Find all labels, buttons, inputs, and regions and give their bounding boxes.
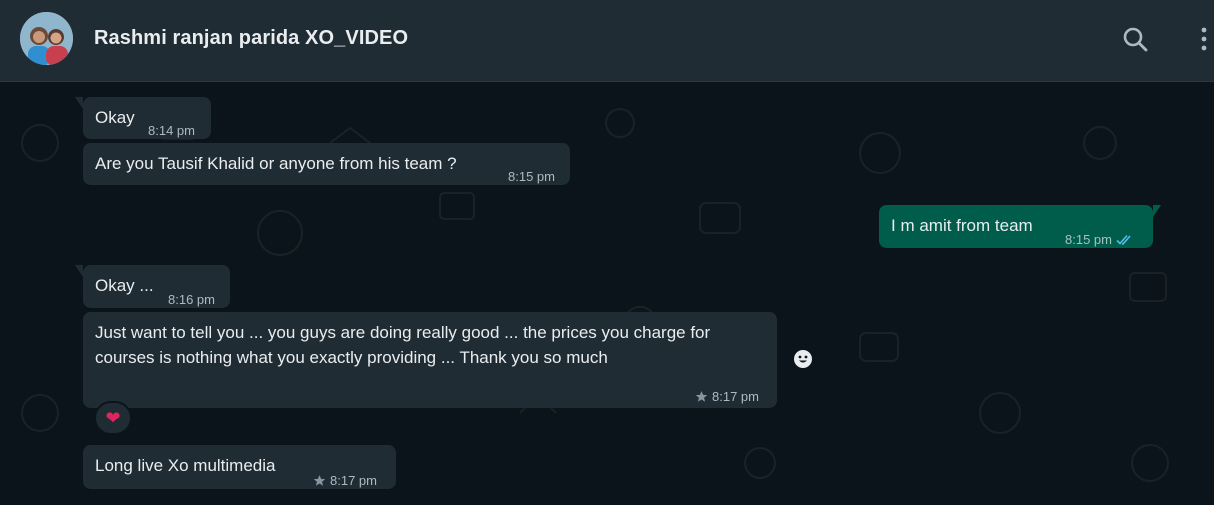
search-icon[interactable] — [1120, 24, 1152, 56]
chat-header: Rashmi ranjan parida XO_VIDEO — [0, 0, 1214, 82]
message-time-label: 8:16 pm — [168, 292, 215, 307]
heart-icon: ❤ — [105, 407, 121, 428]
message-time: 8:14 pm — [148, 118, 195, 143]
message-time: 8:17 pm — [313, 468, 377, 493]
message-bubble[interactable]: Long live Xo multimedia 8:17 pm — [83, 445, 396, 489]
message-bubble-outgoing[interactable]: I m amit from team 8:15 pm — [879, 205, 1161, 248]
read-ticks-icon — [1116, 234, 1131, 245]
message-list[interactable]: Okay 8:14 pm Are you Tausif Khalid or an… — [0, 83, 1214, 505]
message-time: 8:17 pm — [695, 384, 759, 409]
star-icon — [313, 475, 326, 486]
message-time: 8:15 pm — [1065, 227, 1134, 252]
star-icon — [695, 391, 708, 402]
message-reaction[interactable]: ❤ — [94, 401, 132, 435]
message-time: 8:15 pm — [508, 164, 555, 189]
message-time-label: 8:17 pm — [712, 389, 759, 404]
menu-icon[interactable] — [1190, 24, 1214, 56]
message-time-label: 8:17 pm — [330, 473, 377, 488]
emoji-react-button[interactable] — [786, 342, 820, 376]
message-text: I m amit from team — [891, 216, 1033, 235]
message-text: Okay ... — [95, 276, 154, 295]
message-text: Long live Xo multimedia — [95, 456, 276, 475]
message-bubble[interactable]: Are you Tausif Khalid or anyone from his… — [83, 143, 570, 185]
message-time-label: 8:15 pm — [508, 169, 555, 184]
message-time: 8:16 pm — [168, 287, 215, 312]
contact-name[interactable]: Rashmi ranjan parida XO_VIDEO — [94, 27, 408, 50]
message-bubble[interactable]: Okay ... 8:16 pm — [75, 265, 230, 308]
contact-avatar[interactable] — [20, 12, 73, 65]
message-text: Okay — [95, 108, 135, 127]
message-text: Are you Tausif Khalid or anyone from his… — [95, 154, 457, 173]
smiley-icon — [794, 350, 812, 368]
message-text: Just want to tell you ... you guys are d… — [95, 323, 711, 367]
message-time-label: 8:14 pm — [148, 123, 195, 138]
message-bubble[interactable]: Just want to tell you ... you guys are d… — [83, 312, 777, 408]
message-time-label: 8:15 pm — [1065, 232, 1112, 247]
message-bubble[interactable]: Okay 8:14 pm — [75, 97, 211, 139]
